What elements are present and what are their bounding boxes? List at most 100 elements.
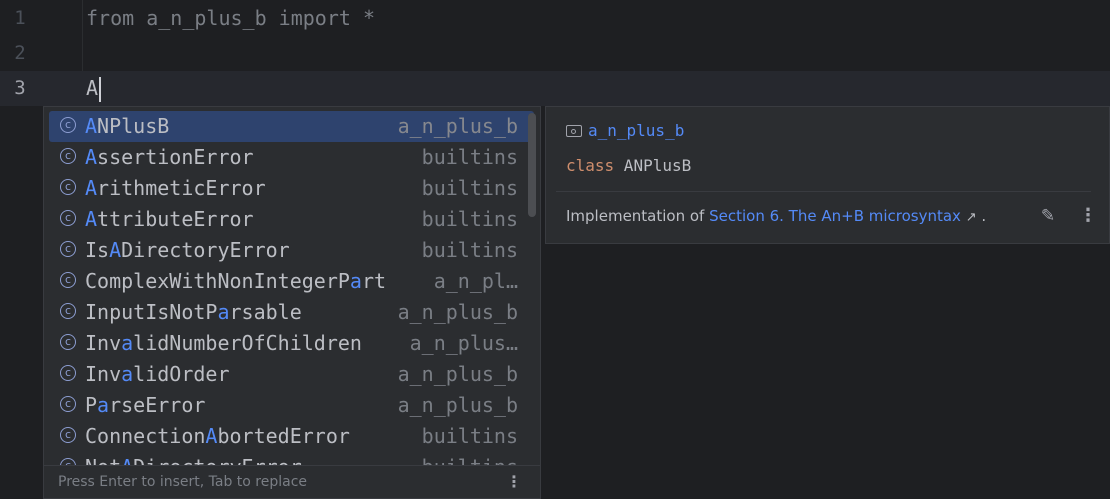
completion-item-name: AttributeError xyxy=(85,204,254,235)
match-highlight: A xyxy=(109,238,122,262)
doc-divider xyxy=(556,191,1091,192)
completion-footer: Press Enter to insert, Tab to replace ⋮ xyxy=(44,465,540,498)
name-suffix: ssertionError xyxy=(97,145,254,169)
completion-item[interactable]: c ArithmeticError builtins xyxy=(44,173,540,204)
name-suffix: ttributeError xyxy=(97,207,254,231)
quick-documentation-popup[interactable]: a_n_plus_b class ANPlusB Implementation … xyxy=(545,106,1110,244)
completion-item-name: ComplexWithNonIntegerPart xyxy=(85,266,386,297)
class-icon: c xyxy=(60,179,76,195)
match-highlight: A xyxy=(85,176,98,200)
match-highlight: a xyxy=(349,269,362,293)
completion-item-name: ANPlusB xyxy=(85,111,169,142)
completion-item[interactable]: c AttributeError builtins xyxy=(44,204,540,235)
editor-line-2[interactable]: 2 xyxy=(0,36,1110,70)
name-prefix: ComplexWithNonIntegerP xyxy=(85,269,350,293)
name-suffix: lidOrder xyxy=(133,362,230,386)
class-icon: c xyxy=(60,396,76,412)
text-caret xyxy=(99,77,102,102)
completion-item-name: InvalidOrder xyxy=(85,359,230,390)
completion-item-name: InputIsNotParsable xyxy=(85,297,302,328)
name-suffix: DirectoryError xyxy=(121,238,290,262)
completion-item-name: AssertionError xyxy=(85,142,254,173)
class-icon: c xyxy=(60,334,76,350)
keyword-from: from xyxy=(86,6,135,30)
completion-item-module: builtins xyxy=(421,424,518,448)
line-number: 1 xyxy=(14,7,26,29)
name-prefix: P xyxy=(85,393,98,417)
completion-item-module: a_n_pl… xyxy=(433,269,518,293)
editor-line-1[interactable]: 1 from a_n_plus_b import * xyxy=(0,1,1110,35)
completion-item-name: InvalidNumberOfChildren xyxy=(85,328,362,359)
external-link-icon: ↗ xyxy=(965,210,977,225)
footer-hint: Press Enter to insert, Tab to replace xyxy=(58,474,308,490)
completion-item-name: ArithmeticError xyxy=(85,173,266,204)
completion-popup[interactable]: c ANPlusB a_n_plus_b c AssertionError builtin… xyxy=(43,106,541,499)
name-suffix: lidNumberOfChildren xyxy=(133,331,362,355)
completion-item-module: a_n_plus_b xyxy=(397,362,518,386)
code-text[interactable]: A xyxy=(86,71,102,105)
completion-item-module: a_n_plus… xyxy=(409,331,518,355)
completion-item-module: builtins xyxy=(421,207,518,231)
match-highlight: A xyxy=(205,424,218,448)
name-suffix: bortedError xyxy=(217,424,350,448)
completion-item-name: ConnectionAbortedError xyxy=(85,421,350,452)
completion-scrollbar[interactable] xyxy=(528,113,536,217)
spec-link[interactable]: Section 6. The An+B microsyntax xyxy=(709,207,961,225)
completion-item-module: a_n_plus_b xyxy=(397,393,518,417)
completion-item-name: IsADirectoryError xyxy=(85,235,290,266)
completion-item[interactable]: c InputIsNotParsable a_n_plus_b xyxy=(44,297,540,328)
line-number: 2 xyxy=(14,42,26,64)
name-suffix: rt xyxy=(361,269,387,293)
completion-item[interactable]: c InvalidNumberOfChildren a_n_plus… xyxy=(44,328,540,359)
line-number: 3 xyxy=(14,77,26,99)
name-prefix: Is xyxy=(85,238,110,262)
doc-module-row[interactable]: a_n_plus_b xyxy=(566,121,684,141)
doc-signature: class ANPlusB xyxy=(566,155,691,177)
name-suffix: rseError xyxy=(109,393,206,417)
match-highlight: a xyxy=(97,393,110,417)
more-actions-icon[interactable]: ⋮ xyxy=(1079,207,1097,225)
completion-item-module: builtins xyxy=(421,238,518,262)
completion-item-name: ParseError xyxy=(85,390,205,421)
class-icon: c xyxy=(60,272,76,288)
name-prefix: Connection xyxy=(85,424,206,448)
more-options-icon[interactable]: ⋮ xyxy=(506,466,522,498)
module-name: a_n_plus_b xyxy=(134,6,279,30)
completion-item-module: a_n_plus_b xyxy=(397,114,518,138)
desc-prefix: Implementation of xyxy=(566,207,710,225)
name-suffix: rsable xyxy=(229,300,302,324)
completion-item[interactable]: c InvalidOrder a_n_plus_b xyxy=(44,359,540,390)
completion-item[interactable]: c ANPlusB a_n_plus_b xyxy=(49,111,534,142)
name-prefix: Inv xyxy=(85,331,122,355)
doc-module-link[interactable]: a_n_plus_b xyxy=(588,121,684,140)
completion-item[interactable]: c ComplexWithNonIntegerPart a_n_pl… xyxy=(44,266,540,297)
signature-name: ANPlusB xyxy=(614,156,692,175)
class-icon: c xyxy=(60,365,76,381)
code-text[interactable]: from a_n_plus_b import * xyxy=(86,1,375,35)
completion-item[interactable]: c ConnectionAbortedError builtins xyxy=(44,421,540,452)
match-highlight: A xyxy=(85,207,98,231)
class-icon: c xyxy=(60,148,76,164)
completion-list[interactable]: c ANPlusB a_n_plus_b c AssertionError builtin… xyxy=(44,111,540,468)
completion-item[interactable]: c ParseError a_n_plus_b xyxy=(44,390,540,421)
editor-line-3[interactable]: 3 A xyxy=(0,71,1110,105)
name-prefix: InputIsNotP xyxy=(85,300,218,324)
completion-item-module: builtins xyxy=(421,145,518,169)
package-folder-icon xyxy=(566,125,582,137)
completion-item[interactable]: c AssertionError builtins xyxy=(44,142,540,173)
completion-item[interactable]: c IsADirectoryError builtins xyxy=(44,235,540,266)
completion-item-module: a_n_plus_b xyxy=(397,300,518,324)
completion-item-module: builtins xyxy=(421,176,518,200)
match-highlight: a xyxy=(217,300,230,324)
match-highlight: a xyxy=(121,362,134,386)
name-suffix: NPlusB xyxy=(97,114,170,138)
class-icon: c xyxy=(60,427,76,443)
match-highlight: a xyxy=(121,331,134,355)
import-star: * xyxy=(350,6,376,30)
signature-keyword: class xyxy=(566,156,615,175)
class-icon: c xyxy=(60,303,76,319)
keyword-import: import xyxy=(278,6,351,30)
name-prefix: Inv xyxy=(85,362,122,386)
edit-pencil-icon[interactable]: ✎ xyxy=(1039,207,1057,225)
typed-text: A xyxy=(86,76,99,100)
